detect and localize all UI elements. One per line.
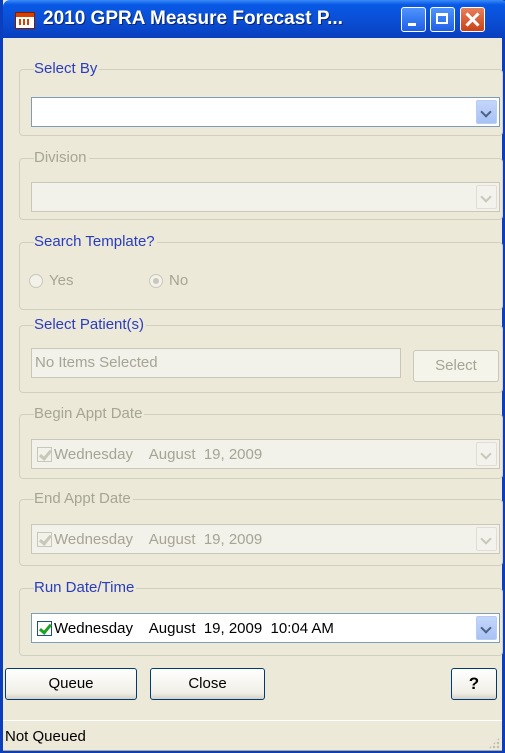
chevron-down-icon[interactable] (476, 185, 497, 209)
title-bar[interactable]: 2010 GPRA Measure Forecast P... (3, 0, 505, 38)
begin-appt-value: Wednesday August 19, 2009 (54, 446, 263, 463)
patients-field[interactable]: No Items Selected (31, 348, 401, 378)
help-button[interactable]: ? (451, 668, 497, 700)
forecast-window: 2010 GPRA Measure Forecast P... Select B… (0, 0, 505, 753)
run-date-legend: Run Date/Time (34, 579, 137, 596)
division-combo[interactable] (31, 182, 500, 212)
close-button[interactable]: Close (150, 668, 265, 700)
app-icon[interactable] (15, 12, 35, 29)
close-window-button[interactable] (460, 7, 485, 32)
begin-appt-checkbox[interactable] (37, 447, 52, 462)
run-date-value: Wednesday August 19, 2009 10:04 AM (54, 620, 334, 637)
maximize-button[interactable] (430, 7, 455, 32)
chevron-down-icon[interactable] (476, 442, 497, 466)
chevron-down-icon[interactable] (476, 100, 497, 124)
begin-appt-picker[interactable]: Wednesday August 19, 2009 (31, 439, 500, 469)
select-by-combo[interactable] (31, 97, 500, 127)
search-template-legend: Search Template? (34, 233, 157, 250)
queue-button[interactable]: Queue (5, 668, 137, 700)
chevron-down-icon[interactable] (476, 616, 497, 640)
chevron-down-icon[interactable] (476, 527, 497, 551)
end-appt-picker[interactable]: Wednesday August 19, 2009 (31, 524, 500, 554)
window-title: 2010 GPRA Measure Forecast P... (43, 8, 343, 29)
status-bar: Not Queued (3, 720, 502, 751)
resize-grip-icon[interactable] (488, 737, 500, 749)
no-radio-label: No (169, 272, 189, 289)
end-appt-checkbox[interactable] (37, 532, 52, 547)
end-appt-value: Wednesday August 19, 2009 (54, 531, 263, 548)
run-date-picker[interactable]: Wednesday August 19, 2009 10:04 AM (31, 613, 500, 643)
yes-radio[interactable] (29, 274, 43, 288)
yes-radio-label: Yes (49, 272, 74, 289)
select-patients-legend: Select Patient(s) (34, 316, 147, 333)
end-appt-legend: End Appt Date (34, 490, 133, 507)
run-date-checkbox[interactable] (37, 621, 52, 636)
search-template-group: Search Template? (19, 233, 503, 310)
division-legend: Division (34, 149, 89, 166)
begin-appt-legend: Begin Appt Date (34, 405, 145, 422)
no-radio[interactable] (149, 274, 163, 288)
select-patients-button[interactable]: Select (413, 350, 499, 382)
select-by-legend: Select By (34, 60, 100, 77)
status-text: Not Queued (5, 728, 86, 745)
minimize-button[interactable] (401, 7, 426, 32)
